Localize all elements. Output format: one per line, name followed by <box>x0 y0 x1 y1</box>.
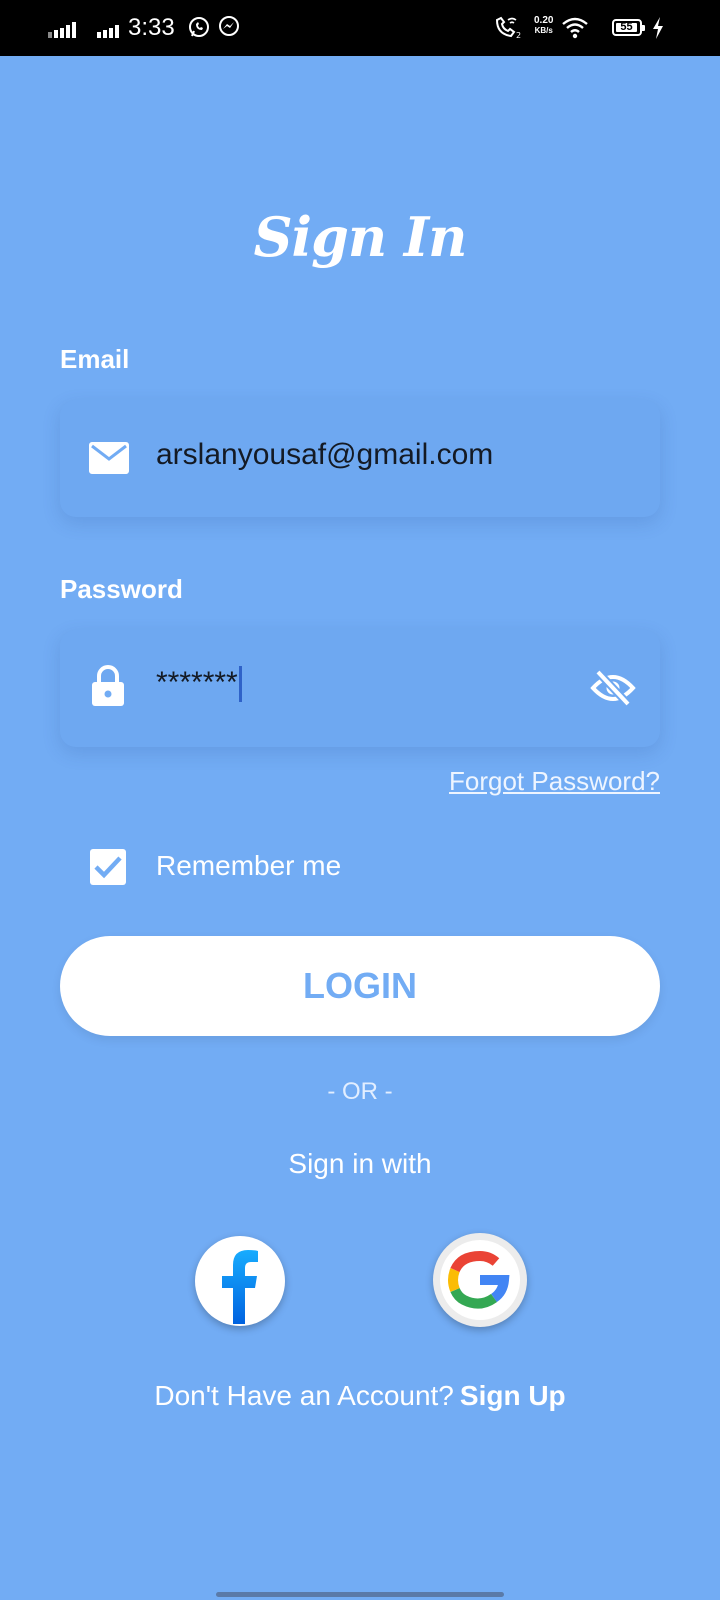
google-login-button[interactable] <box>433 1233 527 1327</box>
or-divider: - OR - <box>327 1078 393 1105</box>
checkmark-icon <box>94 856 122 879</box>
password-field[interactable]: ******* <box>60 630 660 747</box>
remember-me-checkbox[interactable] <box>90 849 126 885</box>
password-label: Password <box>60 574 183 604</box>
facebook-login-button[interactable] <box>195 1236 285 1326</box>
login-button[interactable]: LOGIN <box>60 936 660 1036</box>
forgot-password-link[interactable]: Forgot Password? <box>449 766 660 797</box>
lock-icon <box>92 665 124 706</box>
remember-me-label[interactable]: Remember me <box>156 850 341 882</box>
charging-icon <box>653 17 663 39</box>
status-bar: 3:33 2 0.20 KB/s 55 <box>0 0 720 56</box>
sign-up-link[interactable]: Sign Up <box>460 1380 566 1411</box>
svg-text:2: 2 <box>516 31 521 40</box>
text-caret <box>238 666 242 703</box>
signup-prompt-text: Don't Have an Account? <box>154 1380 454 1411</box>
page-title: Sign In <box>253 205 468 269</box>
network-speed: 0.20 KB/s <box>534 15 554 36</box>
signup-prompt: Don't Have an Account? Sign Up <box>0 1380 720 1412</box>
email-input[interactable]: arslanyousaf@gmail.com <box>156 438 493 472</box>
email-field[interactable]: arslanyousaf@gmail.com <box>60 400 660 517</box>
battery-icon: 55 <box>612 19 645 36</box>
password-input[interactable]: ******* <box>156 666 242 703</box>
sign-in-with-heading: Sign in with <box>288 1148 432 1179</box>
whatsapp-icon <box>189 17 209 37</box>
eye-off-icon[interactable] <box>590 668 636 708</box>
google-icon <box>440 1240 520 1320</box>
facebook-icon <box>222 1250 258 1324</box>
email-label: Email <box>60 344 130 374</box>
signal-icon <box>48 20 80 38</box>
messenger-icon <box>219 16 239 36</box>
volte-wifi-call-icon: 2 <box>495 16 521 40</box>
status-time: 3:33 <box>128 14 175 41</box>
signal-icon <box>97 20 125 38</box>
mail-icon <box>89 442 129 474</box>
wifi-icon <box>562 17 588 39</box>
home-indicator[interactable] <box>216 1592 504 1597</box>
